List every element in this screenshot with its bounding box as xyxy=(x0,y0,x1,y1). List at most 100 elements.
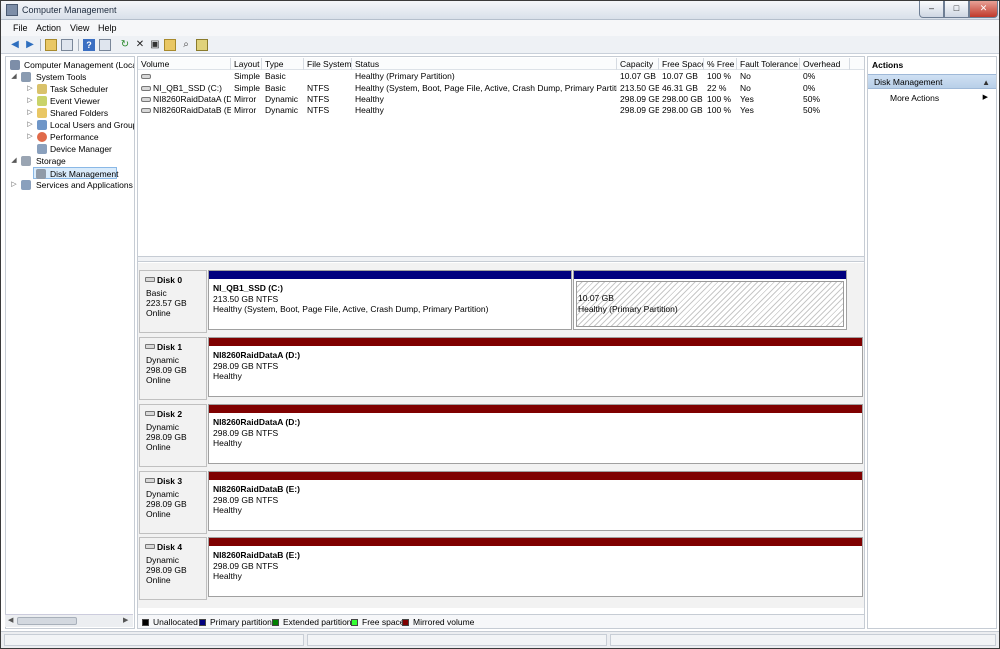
more-actions-item[interactable]: More Actions ▶ xyxy=(890,92,994,104)
scroll-left-icon[interactable]: ◀ xyxy=(8,616,13,624)
tree-item-performance[interactable]: ▷ Performance xyxy=(8,131,134,143)
tree-item-task-scheduler[interactable]: ▷ Task Scheduler xyxy=(8,83,134,95)
status-segment xyxy=(307,634,607,646)
collapse-up-icon[interactable]: ▲ xyxy=(982,75,990,90)
menu-file[interactable]: File xyxy=(13,23,28,33)
open-folder-icon[interactable] xyxy=(164,39,176,51)
computer-icon xyxy=(10,60,20,70)
col-fault-tolerance[interactable]: Fault Tolerance xyxy=(737,58,800,70)
disk-label[interactable]: Disk 3 Dynamic 298.09 GB Online xyxy=(139,471,207,534)
help-icon[interactable]: ? xyxy=(83,39,95,51)
disk-label[interactable]: Disk 0 Basic 223.57 GB Online xyxy=(139,270,207,333)
app-icon xyxy=(6,4,18,16)
mirrored-volume-bar xyxy=(209,538,862,546)
collapse-arrow-icon[interactable]: ▷ xyxy=(26,95,34,107)
shared-folder-icon xyxy=(37,108,47,118)
expand-arrow-icon[interactable]: ◢ xyxy=(10,71,18,83)
title-bar[interactable]: Computer Management – □ ✕ xyxy=(1,1,999,20)
tree-item-disk-management[interactable]: Disk Management xyxy=(33,167,119,179)
actions-pane: Actions Disk Management ▲ More Actions ▶ xyxy=(867,56,997,629)
scrollbar-thumb[interactable] xyxy=(17,617,77,625)
col-layout[interactable]: Layout xyxy=(231,58,262,70)
partition-block[interactable]: NI8260RaidDataB (E:) 298.09 GB NTFS Heal… xyxy=(208,537,863,597)
col-status[interactable]: Status xyxy=(352,58,617,70)
tree-item-services[interactable]: ▷ Services and Applications xyxy=(8,179,134,191)
tree-item-system-tools[interactable]: ◢ System Tools xyxy=(8,71,134,83)
disk-management-icon xyxy=(36,169,46,179)
primary-partition-bar xyxy=(209,271,571,279)
forward-arrow-icon[interactable]: ▶ xyxy=(24,39,36,51)
device-manager-icon xyxy=(37,144,47,154)
collapse-arrow-icon[interactable]: ▷ xyxy=(26,131,34,143)
disk-icon xyxy=(145,478,155,483)
drive-icon xyxy=(141,86,151,91)
services-icon xyxy=(21,180,31,190)
col-percent-free[interactable]: % Free xyxy=(704,58,737,70)
legend-swatch-mirrored xyxy=(402,619,409,626)
menu-action[interactable]: Action xyxy=(36,23,61,33)
console-properties-icon[interactable]: ▣ xyxy=(149,39,161,51)
collapse-arrow-icon[interactable]: ▷ xyxy=(26,107,34,119)
partition-block[interactable]: NI8260RaidDataA (D:) 298.09 GB NTFS Heal… xyxy=(208,337,863,397)
drive-icon xyxy=(141,108,151,113)
disk-label[interactable]: Disk 1 Dynamic 298.09 GB Online xyxy=(139,337,207,400)
col-capacity[interactable]: Capacity xyxy=(617,58,659,70)
partition-block[interactable]: NI_QB1_SSD (C:) 213.50 GB NTFS Healthy (… xyxy=(208,270,572,330)
tree-item-root[interactable]: Computer Management (Local xyxy=(8,59,134,71)
legend-swatch-unallocated xyxy=(142,619,149,626)
mirrored-volume-bar xyxy=(209,472,862,480)
col-overhead[interactable]: Overhead xyxy=(800,58,850,70)
col-type[interactable]: Type xyxy=(262,58,304,70)
tree-item-event-viewer[interactable]: ▷ Event Viewer xyxy=(8,95,134,107)
search-icon[interactable]: ⌕ xyxy=(180,39,192,51)
disk-label[interactable]: Disk 4 Dynamic 298.09 GB Online xyxy=(139,537,207,600)
partition-block[interactable]: 10.07 GB Healthy (Primary Partition) xyxy=(573,270,847,330)
collapse-arrow-icon[interactable]: ▷ xyxy=(10,179,18,191)
up-folder-icon[interactable] xyxy=(45,39,57,51)
volume-row[interactable]: NI8260RaidDataA (D:) Mirror Dynamic NTFS… xyxy=(138,94,864,105)
tree-item-shared-folders[interactable]: ▷ Shared Folders xyxy=(8,107,134,119)
status-segment xyxy=(610,634,996,646)
performance-icon xyxy=(37,132,47,142)
tree-horizontal-scrollbar[interactable]: ◀ ▶ xyxy=(5,614,133,627)
menu-bar: File Action View Help xyxy=(1,20,999,36)
pane-splitter[interactable] xyxy=(138,256,864,262)
refresh-icon[interactable]: ↻ xyxy=(119,39,131,51)
legend-swatch-extended xyxy=(272,619,279,626)
volume-row[interactable]: NI8260RaidDataB (E:) Mirror Dynamic NTFS… xyxy=(138,105,864,116)
properties-icon[interactable] xyxy=(99,39,111,51)
delete-icon[interactable]: ✕ xyxy=(134,39,146,51)
menu-help[interactable]: Help xyxy=(98,23,117,33)
collapse-arrow-icon[interactable]: ▷ xyxy=(26,83,34,95)
minimize-button[interactable]: – xyxy=(919,1,944,18)
partition-block[interactable]: NI8260RaidDataB (E:) 298.09 GB NTFS Heal… xyxy=(208,471,863,531)
status-segment xyxy=(4,634,304,646)
tree-item-storage[interactable]: ◢ Storage xyxy=(8,155,134,167)
volume-row[interactable]: Simple Basic Healthy (Primary Partition)… xyxy=(138,71,864,82)
col-free-space[interactable]: Free Space xyxy=(659,58,704,70)
partition-block[interactable]: NI8260RaidDataA (D:) 298.09 GB NTFS Heal… xyxy=(208,404,863,464)
collapse-arrow-icon[interactable]: ▷ xyxy=(26,119,34,131)
disk-label[interactable]: Disk 2 Dynamic 298.09 GB Online xyxy=(139,404,207,467)
col-file-system[interactable]: File System xyxy=(304,58,352,70)
mirrored-volume-bar xyxy=(209,338,862,346)
tree-item-device-manager[interactable]: Device Manager xyxy=(8,143,134,155)
export-icon[interactable] xyxy=(196,39,208,51)
disk-graphical-view: Disk 0 Basic 223.57 GB Online NI_QB1_SSD… xyxy=(138,263,864,608)
actions-section-disk-management[interactable]: Disk Management ▲ xyxy=(868,74,996,89)
col-volume[interactable]: Volume xyxy=(138,58,231,70)
storage-icon xyxy=(21,156,31,166)
scroll-right-icon[interactable]: ▶ xyxy=(123,616,128,624)
volume-row[interactable]: NI_QB1_SSD (C:) Simple Basic NTFS Health… xyxy=(138,83,864,94)
back-arrow-icon[interactable]: ◀ xyxy=(9,39,21,51)
legend-swatch-free xyxy=(351,619,358,626)
tools-icon xyxy=(21,72,31,82)
disk-icon xyxy=(145,277,155,282)
show-hide-tree-icon[interactable] xyxy=(61,39,73,51)
close-button[interactable]: ✕ xyxy=(969,1,998,18)
tree-item-local-users[interactable]: ▷ Local Users and Groups xyxy=(8,119,134,131)
expand-arrow-icon[interactable]: ◢ xyxy=(10,155,18,167)
actions-title: Actions xyxy=(868,57,996,73)
menu-view[interactable]: View xyxy=(70,23,89,33)
maximize-button[interactable]: □ xyxy=(944,1,969,18)
